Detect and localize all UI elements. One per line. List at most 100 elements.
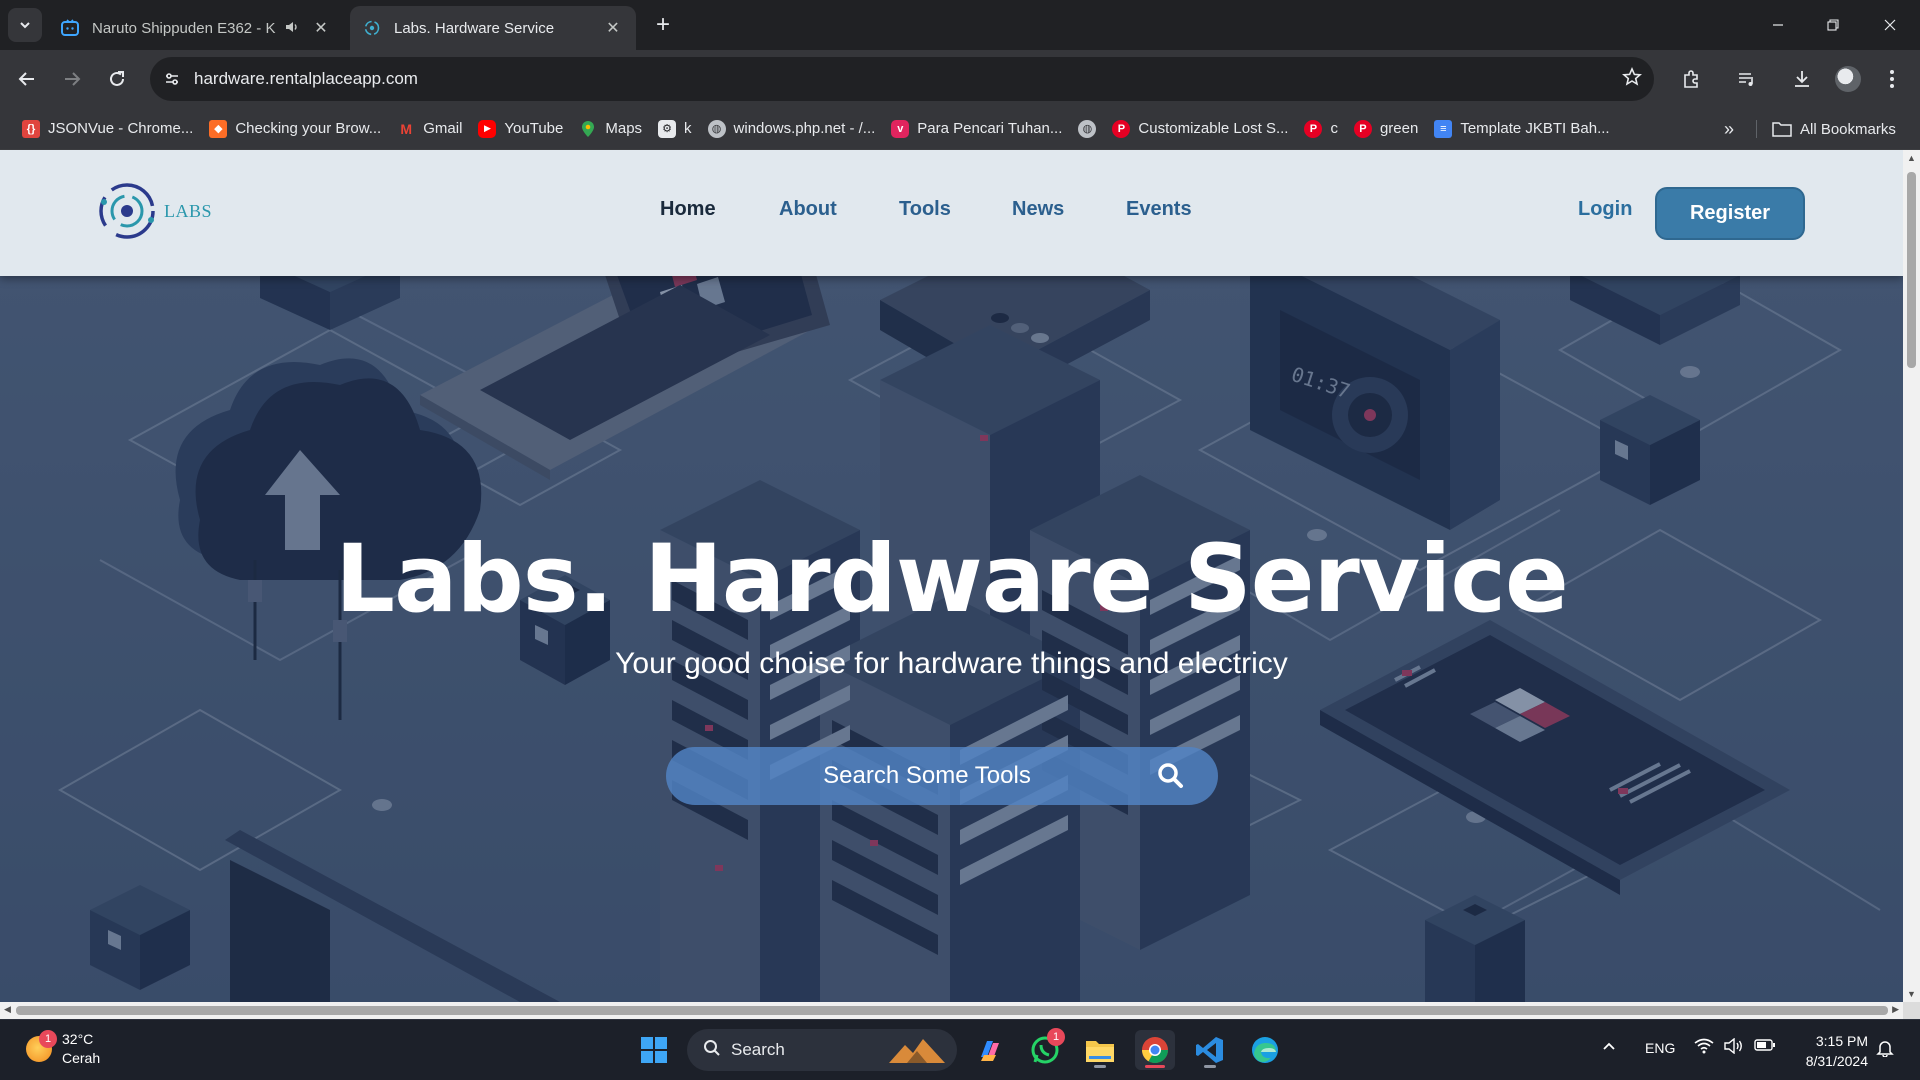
jsonvue-icon: {} xyxy=(22,119,40,138)
bookmark-label: k xyxy=(684,120,692,137)
whatsapp-icon[interactable]: 1 xyxy=(1025,1028,1065,1070)
app-running-indicator xyxy=(1094,1065,1106,1068)
site-logo[interactable]: LABS xyxy=(96,180,212,242)
tab-labs[interactable]: Labs. Hardware Service ✕ xyxy=(350,6,636,50)
bookmark-pinterest-lost[interactable]: P Customizable Lost S... xyxy=(1104,114,1296,144)
battery-icon[interactable] xyxy=(1754,1038,1776,1056)
restore-icon[interactable] xyxy=(1813,10,1853,40)
weather-widget[interactable]: 1 32°C Cerah xyxy=(26,1030,100,1068)
url-text: hardware.rentalplaceapp.com xyxy=(194,69,418,88)
bookmark-pinterest-green[interactable]: Pgreen xyxy=(1346,114,1426,144)
bookmark-star-icon[interactable] xyxy=(1622,67,1642,93)
tab-search-button[interactable] xyxy=(8,8,42,42)
media-queue-icon[interactable] xyxy=(1730,62,1764,96)
profile-avatar[interactable] xyxy=(1831,62,1865,96)
wifi-icon[interactable] xyxy=(1694,1038,1714,1058)
register-button[interactable]: Register xyxy=(1655,187,1805,240)
edge-icon[interactable] xyxy=(1245,1030,1285,1070)
bookmark-label: Maps xyxy=(605,120,643,137)
bookmark-windows-php[interactable]: ◍ windows.php.net - /... xyxy=(700,114,884,144)
scroll-right-icon[interactable]: ▶ xyxy=(1892,1004,1899,1015)
site-header: LABS Home About Tools News Events Login … xyxy=(0,150,1903,276)
tab-title: Naruto Shippuden E362 - K xyxy=(92,19,276,37)
back-icon[interactable] xyxy=(10,62,44,96)
pinterest-icon: P xyxy=(1112,119,1131,138)
system-clock[interactable]: 3:15 PM 8/31/2024 xyxy=(1792,1031,1868,1071)
speaker-icon[interactable] xyxy=(284,19,304,38)
nav-news[interactable]: News xyxy=(1012,198,1064,221)
site-info-icon[interactable] xyxy=(150,57,194,101)
bookmark-jsonvue[interactable]: {} JSONVue - Chrome... xyxy=(14,114,201,144)
bookmark-vidio[interactable]: v Para Pencari Tuhan... xyxy=(883,114,1070,144)
show-hidden-icons[interactable] xyxy=(1601,1038,1617,1058)
browser-toolbar: hardware.rentalplaceapp.com xyxy=(0,50,1920,108)
globe-icon: ◍ xyxy=(707,119,726,138)
vertical-scrollbar[interactable]: ▲ ▼ xyxy=(1903,150,1920,1002)
bookmark-youtube[interactable]: ▶ YouTube xyxy=(470,114,571,144)
language-indicator[interactable]: ENG xyxy=(1645,1040,1675,1056)
bookmark-maps[interactable]: Maps xyxy=(571,114,650,144)
scrollbar-thumb[interactable] xyxy=(1907,172,1916,368)
weather-badge: 1 xyxy=(39,1030,57,1048)
forward-icon[interactable] xyxy=(55,62,89,96)
more-bookmarks-icon[interactable]: » xyxy=(1714,114,1744,144)
tab-naruto[interactable]: Naruto Shippuden E362 - K ✕ xyxy=(48,6,344,50)
nav-tools[interactable]: Tools xyxy=(899,198,951,221)
all-bookmarks-button[interactable]: All Bookmarks xyxy=(1772,114,1896,144)
search-placeholder: Search Some Tools xyxy=(823,762,1031,789)
bookmark-globe[interactable]: ◍ xyxy=(1070,114,1104,144)
scroll-down-icon[interactable]: ▼ xyxy=(1907,989,1916,999)
bookmarks-divider xyxy=(1756,120,1757,138)
download-icon[interactable] xyxy=(1785,62,1819,96)
scrollbar-thumb[interactable] xyxy=(16,1006,1888,1015)
bookmark-gitlab[interactable]: ◆ Checking your Brow... xyxy=(201,114,389,144)
labs-favicon-icon xyxy=(362,18,382,38)
reload-icon[interactable] xyxy=(100,62,134,96)
vscode-icon[interactable] xyxy=(1190,1030,1230,1070)
tool-search-bar[interactable]: Search Some Tools xyxy=(666,747,1218,805)
close-tab-icon[interactable]: ✕ xyxy=(602,17,624,39)
nav-events[interactable]: Events xyxy=(1126,198,1192,221)
copilot-icon[interactable] xyxy=(970,1030,1010,1070)
scroll-up-icon[interactable]: ▲ xyxy=(1907,153,1916,163)
new-tab-button[interactable]: + xyxy=(650,11,676,38)
minimize-icon[interactable] xyxy=(1758,10,1798,40)
bookmark-k[interactable]: ⚙ k xyxy=(650,114,700,144)
bookmark-label: c xyxy=(1330,120,1338,137)
youtube-icon: ▶ xyxy=(478,119,497,138)
bookmark-template[interactable]: ≡ Template JKBTI Bah... xyxy=(1426,114,1617,144)
nav-home[interactable]: Home xyxy=(660,198,716,221)
clock-time: 3:15 PM xyxy=(1815,1033,1868,1049)
bookmark-pinterest-c[interactable]: Pc xyxy=(1296,114,1346,144)
chrome-icon[interactable] xyxy=(1135,1030,1175,1070)
scroll-left-icon[interactable]: ◀ xyxy=(4,1004,11,1015)
file-explorer-icon[interactable] xyxy=(1080,1030,1120,1070)
extensions-icon[interactable] xyxy=(1674,62,1708,96)
login-link[interactable]: Login xyxy=(1578,198,1632,221)
horizontal-scrollbar[interactable]: ◀ ▶ xyxy=(0,1002,1903,1019)
taskbar-search[interactable]: Search xyxy=(687,1029,957,1071)
bookmark-gmail[interactable]: M Gmail xyxy=(389,114,470,144)
docs-icon: ≡ xyxy=(1434,119,1453,138)
search-icon[interactable] xyxy=(1156,761,1184,794)
windows-start-icon[interactable] xyxy=(634,1030,674,1070)
nav-about[interactable]: About xyxy=(779,198,837,221)
notification-bell-icon[interactable] xyxy=(1876,1039,1894,1061)
gitlab-icon: ◆ xyxy=(209,119,228,138)
bookmarks-bar: {} JSONVue - Chrome... ◆ Checking your Bro… xyxy=(0,108,1920,150)
bookmark-label: Gmail xyxy=(423,120,463,137)
windows-taskbar: 1 32°C Cerah Search 1 ENG 3:15 PM 8/31/2… xyxy=(0,1019,1920,1080)
openai-icon: ⚙ xyxy=(658,119,677,138)
pinterest-icon: P xyxy=(1304,119,1323,138)
volume-icon[interactable] xyxy=(1724,1037,1744,1058)
close-tab-icon[interactable]: ✕ xyxy=(310,17,332,39)
maps-icon xyxy=(579,120,597,138)
tv-favicon-icon xyxy=(60,18,80,38)
menu-kebab-icon[interactable] xyxy=(1875,62,1909,96)
clock-date: 8/31/2024 xyxy=(1805,1053,1868,1069)
address-bar[interactable]: hardware.rentalplaceapp.com xyxy=(150,57,1654,101)
all-bookmarks-label: All Bookmarks xyxy=(1800,120,1896,138)
hero-title: Labs. Hardware Service xyxy=(335,525,1569,634)
close-window-icon[interactable] xyxy=(1870,10,1910,40)
search-icon xyxy=(703,1039,721,1062)
